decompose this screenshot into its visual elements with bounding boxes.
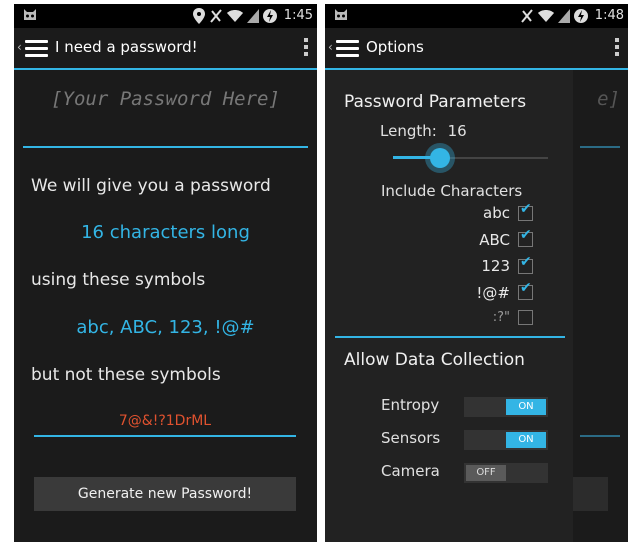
charset-checkbox[interactable] xyxy=(518,227,533,247)
phone-screen-main: 1:45 ‹ I need a password! [Your Password… xyxy=(14,4,317,542)
charset-row[interactable]: !@# xyxy=(476,280,533,302)
android-cat-icon xyxy=(24,9,36,20)
wifi-icon xyxy=(227,10,243,22)
status-time: 1:48 xyxy=(594,8,624,23)
toggle-state: ON xyxy=(506,432,546,448)
generate-password-button[interactable]: Generate new Password! xyxy=(34,477,296,511)
length-label: Length: 16 xyxy=(380,122,467,140)
signal-icon xyxy=(247,9,259,23)
excluded-intro-text: but not these symbols xyxy=(31,365,221,385)
toggle-switch[interactable]: ON xyxy=(464,430,548,450)
hamburger-menu-icon[interactable] xyxy=(336,40,359,57)
toggle-label: Camera xyxy=(381,462,440,480)
no-signal-icon xyxy=(521,9,533,23)
charset-checkbox[interactable] xyxy=(518,201,533,221)
password-parameters-heading: Password Parameters xyxy=(344,92,527,112)
background-button xyxy=(568,477,608,511)
charset-row[interactable]: :?" xyxy=(493,310,533,325)
battery-icon xyxy=(263,9,277,23)
android-cat-icon xyxy=(335,9,347,20)
toggle-label: Entropy xyxy=(381,396,440,414)
overflow-menu-icon[interactable] xyxy=(615,38,619,59)
charset-row[interactable]: ABC xyxy=(479,227,533,249)
location-icon xyxy=(193,8,205,24)
overflow-menu-icon[interactable] xyxy=(304,38,308,59)
password-divider xyxy=(23,146,308,148)
wifi-icon xyxy=(538,10,554,22)
password-display: [Your Password Here] xyxy=(51,88,280,110)
charset-checkbox[interactable] xyxy=(518,254,533,274)
charset-checkbox[interactable] xyxy=(518,310,533,325)
length-summary: 16 characters long xyxy=(81,222,250,243)
background-divider xyxy=(580,146,620,148)
charset-label: !@# xyxy=(476,283,510,302)
charset-label: abc xyxy=(483,204,510,222)
excluded-symbols-input[interactable]: 7@&!?1DrML xyxy=(34,413,296,437)
data-collection-heading: Allow Data Collection xyxy=(344,350,525,370)
toggle-switch[interactable]: OFF xyxy=(464,463,548,483)
length-label-text: Length: xyxy=(380,122,437,140)
charset-row[interactable]: 123 xyxy=(481,254,533,275)
phone-screen-options: 1:48 ‹ Options e] Password Parameters Le… xyxy=(325,4,628,542)
length-value: 16 xyxy=(447,122,467,140)
status-bar: 1:45 xyxy=(14,4,317,28)
no-signal-icon xyxy=(210,9,222,23)
signal-icon xyxy=(558,9,570,23)
action-bar: ‹ Options xyxy=(325,28,628,70)
include-characters-heading: Include Characters xyxy=(381,182,523,200)
charset-label: 123 xyxy=(481,257,510,275)
charset-label: :?" xyxy=(492,310,510,325)
options-drawer: Password Parameters Length: 16 Include C… xyxy=(325,70,573,542)
toggle-label: Sensors xyxy=(381,429,441,447)
intro-text: We will give you a password xyxy=(31,176,271,196)
background-password-display: e] xyxy=(597,88,620,110)
symbols-summary: abc, ABC, 123, !@# xyxy=(76,317,255,338)
charset-row[interactable]: abc xyxy=(483,201,533,222)
status-time: 1:45 xyxy=(283,8,313,23)
options-title[interactable]: Options xyxy=(366,38,424,56)
action-bar: ‹ I need a password! xyxy=(14,28,317,70)
hamburger-menu-icon[interactable] xyxy=(25,40,48,57)
battery-icon xyxy=(574,9,588,23)
toggle-state: ON xyxy=(506,399,546,415)
toggle-state: OFF xyxy=(466,465,506,481)
app-title[interactable]: I need a password! xyxy=(55,38,198,56)
length-slider-thumb[interactable] xyxy=(429,148,450,168)
options-divider xyxy=(335,336,565,338)
back-chevron-icon[interactable]: ‹ xyxy=(17,40,22,54)
background-input-line xyxy=(580,435,620,437)
status-bar: 1:48 xyxy=(325,4,628,28)
charset-checkbox[interactable] xyxy=(518,280,533,300)
symbols-intro-text: using these symbols xyxy=(31,270,206,290)
back-chevron-icon[interactable]: ‹ xyxy=(328,40,333,54)
toggle-switch[interactable]: ON xyxy=(464,397,548,417)
charset-label: ABC xyxy=(479,230,510,249)
